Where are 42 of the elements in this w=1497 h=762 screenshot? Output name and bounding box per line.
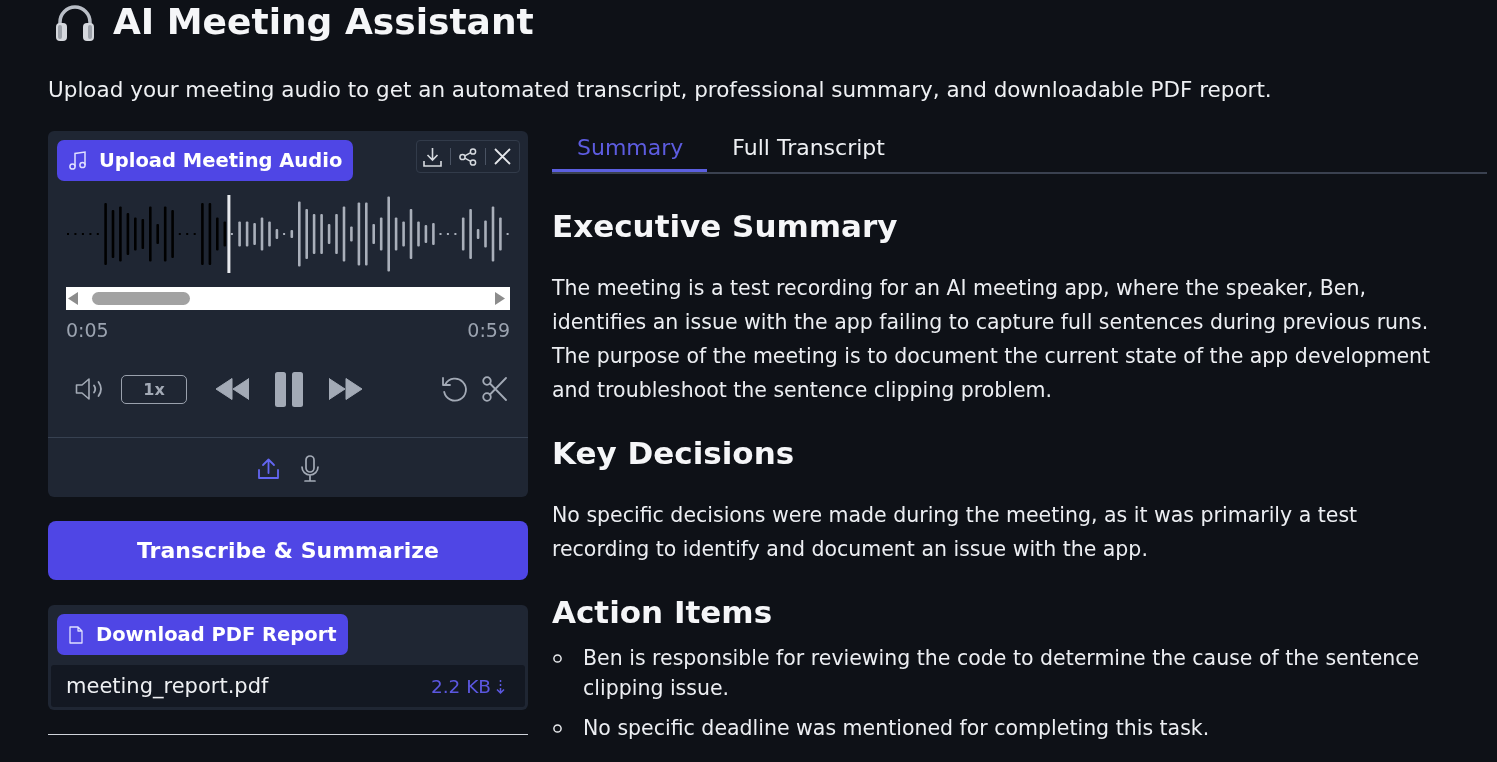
fast-forward-icon[interactable]: [329, 378, 362, 400]
audio-waveform[interactable]: [67, 196, 509, 272]
action-item: No specific deadline was mentioned for completing this task.: [583, 715, 1210, 742]
headphones-icon: [55, 3, 95, 41]
file-size: 2.2 KB: [430, 675, 491, 697]
current-time: 0:05: [66, 320, 109, 340]
scroll-right-icon[interactable]: [495, 292, 505, 305]
file-row[interactable]: meeting_report.pdf 2.2 KB: [51, 665, 525, 707]
music-note-icon: [69, 151, 86, 170]
file-icon: [69, 625, 83, 644]
playback-speed-button[interactable]: 1x: [121, 374, 187, 404]
share-icon[interactable]: [459, 147, 477, 166]
scissors-icon[interactable]: [482, 376, 507, 402]
section-heading: Executive Summary: [552, 207, 899, 246]
tab[interactable]: Summary: [552, 127, 708, 172]
bullet-icon: [553, 654, 562, 663]
pause-icon[interactable]: [275, 371, 303, 407]
tab[interactable]: Full Transcript: [707, 127, 909, 172]
upload-icon[interactable]: [257, 458, 279, 479]
microphone-icon[interactable]: [300, 455, 319, 482]
scroll-left-icon[interactable]: [68, 292, 78, 305]
upload-audio-button[interactable]: Upload Meeting Audio: [57, 140, 354, 181]
transcribe-summarize-button[interactable]: Transcribe & Summarize: [48, 521, 528, 580]
section-paragraph: The meeting is a test recording for an AI meeting app, where the speaker, Ben, identifies an issue with the app failing to capture full sentences during previous runs. The purpose of the meeting is to document the current state of the app development and troubleshoot the sentence clipping problem.: [552, 275, 1432, 404]
rewind-icon[interactable]: [216, 378, 249, 400]
playhead[interactable]: [227, 195, 231, 273]
page-subtitle: Upload your meeting audio to get an automated transcript, professional summary, and downloadable PDF report.: [48, 78, 1273, 102]
horizontal-scrollbar[interactable]: [66, 287, 510, 310]
replay-icon[interactable]: [441, 375, 469, 403]
total-duration: 0:59: [467, 320, 510, 340]
page-title: AI Meeting Assistant: [113, 0, 534, 44]
download-pdf-button[interactable]: Download PDF Report: [57, 614, 348, 655]
download-arrow-icon[interactable]: [496, 678, 505, 694]
file-name: meeting_report.pdf: [66, 674, 269, 698]
bullet-icon: [553, 724, 562, 733]
download-icon[interactable]: [423, 146, 442, 167]
section-heading: Key Decisions: [552, 434, 796, 473]
scrollbar-thumb[interactable]: [92, 292, 190, 305]
action-item: Ben is responsible for reviewing the code to determine the cause of the sentence clipping issue.: [583, 645, 1421, 702]
section-paragraph: No specific decisions were made during the meeting, as it was primarily a test recording to identify and document an issue with the app.: [552, 502, 1359, 563]
close-icon[interactable]: [494, 148, 511, 165]
section-heading: Action Items: [552, 593, 774, 632]
